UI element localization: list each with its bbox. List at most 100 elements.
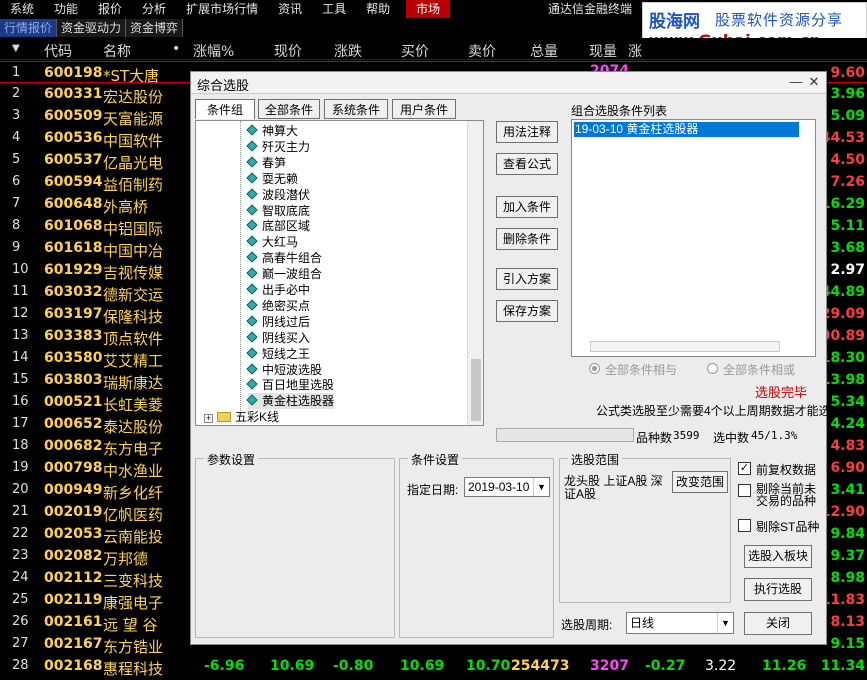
radio-and[interactable] — [589, 363, 600, 374]
tree-scroll-thumb[interactable] — [471, 359, 481, 421]
tree-item[interactable]: 大红马 — [246, 234, 298, 250]
col-price[interactable]: 现价 — [274, 41, 302, 61]
row28-rate: -0.27 — [645, 658, 686, 674]
tab-system-conditions[interactable]: 系统条件 — [324, 99, 388, 119]
menu-item[interactable]: 功能 — [44, 0, 88, 18]
col-ask[interactable]: 卖价 — [468, 41, 496, 61]
note-text: 公式类选股至少需要4个以上周期数据才能选出 — [596, 404, 843, 418]
period-select[interactable]: 日线 ▼ — [626, 612, 734, 634]
radio-or-label: 全部条件相或 — [723, 363, 796, 377]
col-code[interactable]: 代码 — [44, 41, 72, 61]
col-rate[interactable]: 涨 — [628, 41, 642, 61]
formula-icon — [246, 346, 258, 359]
row-code: 600536 — [44, 130, 103, 146]
date-value: 2019-03-10 — [468, 480, 530, 494]
close-button[interactable]: 关闭 — [744, 612, 812, 635]
change-range-button[interactable]: 改变范围 — [672, 471, 728, 493]
menu-item[interactable]: 分析 — [132, 0, 176, 18]
col-chg-amt[interactable]: 涨跌 — [334, 41, 362, 61]
tree-item[interactable]: 智取底底 — [246, 203, 310, 219]
view-formula-button[interactable]: 查看公式 — [496, 153, 558, 175]
list-hscrollbar[interactable] — [590, 341, 780, 352]
tree-item[interactable]: 黄金柱选股器 — [246, 393, 335, 410]
tree-item[interactable]: 阴线过后 — [246, 314, 310, 330]
row28-ask: 10.70 — [466, 658, 511, 674]
tab-user-conditions[interactable]: 用户条件 — [392, 99, 456, 119]
row-right-value: 9.37 — [830, 548, 865, 564]
col-name[interactable]: 名称 — [103, 41, 131, 61]
menu-item[interactable]: 扩展市场行情 — [176, 0, 268, 18]
menu-item[interactable]: 工具 — [312, 0, 356, 18]
row-name: 三变科技 — [103, 572, 164, 590]
usage-note-button[interactable]: 用法注释 — [496, 121, 558, 143]
exclude-st-checkbox[interactable] — [738, 519, 751, 532]
to-board-button[interactable]: 选股入板块 — [744, 545, 812, 568]
tab-all-conditions[interactable]: 全部条件 — [258, 99, 320, 119]
condition-list-item[interactable]: 19-03-10 黄金柱选股器 — [574, 122, 799, 137]
tree-item[interactable]: 神算大 — [246, 123, 298, 139]
tree-item[interactable]: 绝密买点 — [246, 298, 310, 314]
col-change[interactable]: 涨幅% — [193, 41, 234, 61]
close-icon[interactable]: ✕ — [806, 74, 822, 90]
tree-item-label: 黄金柱选股器 — [262, 394, 335, 409]
expand-icon[interactable]: + — [204, 414, 213, 423]
run-selection-button[interactable]: 执行选股 — [744, 578, 812, 601]
row-index: 19 — [12, 460, 29, 475]
sort-arrow-icon[interactable]: ▼ — [12, 43, 20, 54]
condition-settings-title: 条件设置 — [408, 451, 463, 468]
row28-bid: 10.69 — [400, 658, 445, 674]
tree-folder[interactable]: + 五彩K线 — [204, 409, 279, 425]
date-picker[interactable]: 2019-03-10 ▼ — [464, 477, 550, 497]
tree-item[interactable]: 高春牛组合 — [246, 250, 322, 266]
tree-item[interactable]: 春笋 — [246, 155, 286, 171]
row-name: 艾艾精工 — [103, 352, 164, 370]
menu-item[interactable]: 帮助 — [356, 0, 400, 18]
col-volume[interactable]: 总量 — [530, 41, 558, 61]
menu-item[interactable]: 资讯 — [268, 0, 312, 18]
dialog-titlebar[interactable]: 综合选股 — ✕ — [191, 72, 826, 94]
tree-item[interactable]: 短线之王 — [246, 346, 310, 362]
chevron-down-icon[interactable]: ▼ — [533, 478, 549, 496]
row-code: 603197 — [44, 306, 103, 322]
menu-item[interactable]: 报价 — [88, 0, 132, 18]
tree-item[interactable]: 阴线买入 — [246, 330, 310, 346]
save-plan-button[interactable]: 保存方案 — [496, 300, 558, 322]
tree-item[interactable]: 波段潜伏 — [246, 187, 310, 203]
menu-item[interactable]: 系统 — [0, 0, 44, 18]
remove-condition-button[interactable]: 删除条件 — [496, 228, 558, 250]
row-right-value: 29.09 — [820, 306, 865, 322]
tree-item[interactable]: 巅一波组合 — [246, 266, 322, 282]
row-index: 17 — [12, 416, 29, 431]
tree-item[interactable]: 底部区域 — [246, 218, 310, 234]
exclude-untraded-checkbox[interactable] — [738, 484, 751, 497]
tree-scrollbar[interactable] — [467, 121, 483, 425]
radio-or[interactable] — [707, 363, 718, 374]
row-code: 000682 — [44, 438, 103, 454]
row-name: 万邦德 — [103, 550, 149, 568]
condition-tree[interactable]: 神算大 歼灭主力 春笋 耍无赖 波段潜伏 智取底底 底部区域 大红马 高春牛组合 巅一波组合 出手必… — [195, 120, 484, 426]
count-value: 3599 — [673, 429, 700, 442]
folder-icon — [217, 412, 231, 422]
tab-condition-group[interactable]: 条件组 — [195, 99, 255, 119]
row-name: 新乡化纤 — [103, 484, 164, 502]
minimize-icon[interactable]: — — [788, 74, 804, 90]
tree-item[interactable]: 耍无赖 — [246, 171, 298, 187]
view-tab[interactable]: 资金驱动力 — [57, 19, 127, 37]
restore-data-checkbox[interactable]: ✓ — [738, 462, 751, 475]
col-bid[interactable]: 买价 — [401, 41, 429, 61]
tree-item[interactable]: 中短波选股 — [246, 362, 322, 378]
view-tab[interactable]: 资金博弈 — [126, 19, 184, 37]
formula-icon — [246, 140, 258, 152]
view-tab[interactable]: 行情报价 — [0, 19, 58, 37]
chevron-down-icon[interactable]: ▼ — [717, 613, 733, 633]
tree-item[interactable]: 百日地里选股 — [246, 377, 334, 393]
condition-list[interactable]: 19-03-10 黄金柱选股器 — [571, 119, 816, 357]
add-condition-button[interactable]: 加入条件 — [496, 196, 558, 218]
menu-item[interactable]: 市场 — [406, 0, 451, 18]
row-name: 宏达股份 — [103, 88, 164, 106]
tree-item[interactable]: 出手必中 — [246, 282, 310, 298]
tree-item[interactable]: 歼灭主力 — [246, 139, 310, 155]
import-plan-button[interactable]: 引入方案 — [496, 268, 558, 290]
col-cur-vol[interactable]: 现量 — [589, 41, 617, 61]
row-index: 13 — [12, 328, 29, 343]
